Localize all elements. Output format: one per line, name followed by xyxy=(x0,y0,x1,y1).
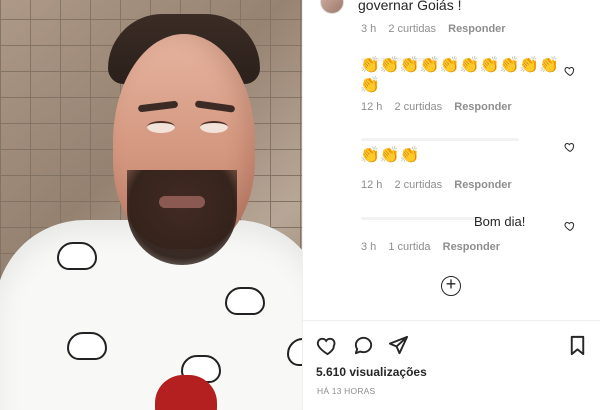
comment-2-likes[interactable]: 2 curtidas xyxy=(394,179,442,191)
comment-1-age: 12 h xyxy=(361,101,383,113)
shirt-print-5 xyxy=(287,338,302,366)
blurred-comment-text xyxy=(361,138,519,141)
comment-1-reply[interactable]: Responder xyxy=(454,101,511,113)
comment-3: Bom dia! xyxy=(474,214,600,229)
video-preview[interactable] xyxy=(0,0,302,410)
post-caption: governar Goiás ! xyxy=(358,0,462,13)
comment-1-likes[interactable]: 2 curtidas xyxy=(394,101,442,113)
comment-2-reply[interactable]: Responder xyxy=(454,179,511,191)
caption-meta: 3 h 2 curtidas Responder xyxy=(361,23,515,35)
comment-icon[interactable] xyxy=(352,334,375,357)
avatar[interactable] xyxy=(320,0,344,14)
comment-2-meta: 12 h 2 curtidas Responder xyxy=(361,179,521,191)
shirt-print-2 xyxy=(225,287,265,315)
left-eye xyxy=(147,121,175,133)
comments-panel: governar Goiás ! 3 h 2 curtidas Responde… xyxy=(302,0,600,410)
comment-3-text: Bom dia! xyxy=(474,214,526,229)
comment-3-meta: 3 h 1 curtida Responder xyxy=(361,241,509,253)
caption-reply[interactable]: Responder xyxy=(448,23,505,35)
comment-3-likes[interactable]: 1 curtida xyxy=(388,241,430,253)
clap-emojis: 👏👏👏 xyxy=(360,147,420,164)
like-comment-heart-icon[interactable] xyxy=(564,65,576,77)
like-comment-heart-icon[interactable] xyxy=(564,220,576,232)
comment-1-meta: 12 h 2 curtidas Responder xyxy=(361,101,521,113)
comment-2-age: 12 h xyxy=(361,179,383,191)
caption-age: 3 h xyxy=(361,23,377,35)
view-count: 5.610 visualizações xyxy=(316,365,427,379)
shirt-print-1 xyxy=(57,242,97,270)
caption-likes[interactable]: 2 curtidas xyxy=(388,23,436,35)
heart-icon[interactable] xyxy=(316,334,339,357)
blurred-comment-text xyxy=(361,217,486,220)
shirt-print-3 xyxy=(67,332,107,360)
clap-emojis: 👏👏👏👏👏👏👏👏👏👏👏 xyxy=(360,57,560,94)
comment-3-reply[interactable]: Responder xyxy=(443,241,500,253)
plus-circle-icon[interactable]: + xyxy=(441,275,461,296)
person-image xyxy=(0,0,302,410)
send-icon[interactable] xyxy=(387,334,410,357)
divider xyxy=(303,320,600,321)
like-comment-heart-icon[interactable] xyxy=(564,141,576,153)
post-time: HÁ 13 HORAS xyxy=(317,386,376,396)
comment-1: 👏👏👏👏👏👏👏👏👏👏👏 xyxy=(360,55,565,95)
comment-3-age: 3 h xyxy=(361,241,377,253)
bookmark-icon[interactable] xyxy=(566,334,589,357)
mouth xyxy=(159,196,205,208)
right-eye xyxy=(200,121,228,133)
comment-2: 👏👏👏 xyxy=(360,145,565,165)
